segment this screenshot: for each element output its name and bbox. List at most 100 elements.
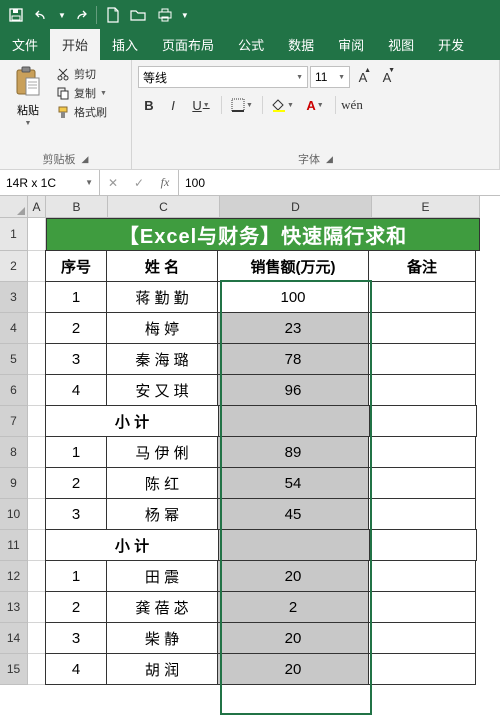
col-header-b[interactable]: B (46, 196, 108, 218)
row-header-11[interactable]: 11 (0, 530, 28, 561)
font-color-button[interactable]: A▼ (300, 94, 330, 116)
tab-formulas[interactable]: 公式 (226, 29, 276, 60)
tab-file[interactable]: 文件 (0, 29, 50, 60)
col-header-a[interactable]: A (28, 196, 46, 218)
cut-button[interactable]: 剪切 (56, 66, 107, 82)
italic-button[interactable]: I (162, 94, 184, 116)
cell-b12[interactable]: 1 (45, 560, 107, 592)
cancel-formula-icon[interactable]: ✕ (100, 170, 126, 195)
cells-area[interactable]: 【Excel与财务】快速隔行求和 序号姓 名销售额(万元)备注1蒋 勤 勤100… (28, 218, 480, 685)
cell-a2[interactable] (28, 251, 46, 282)
cell-c5[interactable]: 秦 海 璐 (106, 343, 218, 375)
tab-page-layout[interactable]: 页面布局 (150, 29, 226, 60)
new-file-icon[interactable] (101, 3, 125, 27)
cell-e7[interactable] (369, 405, 477, 437)
cell-d4[interactable]: 23 (217, 312, 369, 344)
fill-color-button[interactable]: ▼ (268, 94, 298, 116)
cell-b5[interactable]: 3 (45, 343, 107, 375)
col-header-c[interactable]: C (108, 196, 220, 218)
cell-a1[interactable] (28, 218, 46, 251)
tab-developer[interactable]: 开发 (426, 29, 476, 60)
font-size-combo[interactable]: 11▼ (310, 66, 350, 88)
row-header-8[interactable]: 8 (0, 437, 28, 468)
formula-input[interactable]: 100 (179, 176, 500, 190)
cell-d13[interactable]: 2 (217, 591, 369, 623)
undo-dropdown-icon[interactable]: ▼ (58, 11, 66, 20)
copy-button[interactable]: 复制▼ (56, 85, 107, 101)
row-header-13[interactable]: 13 (0, 592, 28, 623)
cell-e11[interactable] (369, 529, 477, 561)
cell-e10[interactable] (368, 498, 476, 530)
row-header-3[interactable]: 3 (0, 282, 28, 313)
row-header-9[interactable]: 9 (0, 468, 28, 499)
cell-d3[interactable]: 100 (217, 281, 369, 313)
cell-e12[interactable] (368, 560, 476, 592)
insert-function-icon[interactable]: fx (152, 170, 178, 195)
cell-e3[interactable] (368, 281, 476, 313)
cell-e14[interactable] (368, 622, 476, 654)
select-all-corner[interactable] (0, 196, 28, 218)
cell-a8[interactable] (28, 437, 46, 468)
col-header-e[interactable]: E (372, 196, 480, 218)
cell-b4[interactable]: 2 (45, 312, 107, 344)
cell-d15[interactable]: 20 (217, 653, 369, 685)
row-header-2[interactable]: 2 (0, 251, 28, 282)
cell-c10[interactable]: 杨 幂 (106, 498, 218, 530)
bold-button[interactable]: B (138, 94, 160, 116)
cell-a10[interactable] (28, 499, 46, 530)
quick-print-icon[interactable] (153, 3, 177, 27)
cell-c8[interactable]: 马 伊 俐 (106, 436, 218, 468)
cell-a15[interactable] (28, 654, 46, 685)
cell-b13[interactable]: 2 (45, 591, 107, 623)
undo-icon[interactable] (30, 3, 54, 27)
cell-b10[interactable]: 3 (45, 498, 107, 530)
cell-c12[interactable]: 田 震 (106, 560, 218, 592)
cell-e13[interactable] (368, 591, 476, 623)
save-icon[interactable] (4, 3, 28, 27)
qat-customize-icon[interactable]: ▼ (181, 11, 189, 20)
cell-c4[interactable]: 梅 婷 (106, 312, 218, 344)
row-header-15[interactable]: 15 (0, 654, 28, 685)
row-header-7[interactable]: 7 (0, 406, 28, 437)
cell-d7[interactable] (218, 405, 370, 437)
cell-c14[interactable]: 柴 静 (106, 622, 218, 654)
font-dialog-launcher-icon[interactable]: ◢ (326, 154, 333, 165)
row-header-10[interactable]: 10 (0, 499, 28, 530)
shrink-font-button[interactable]: A▼ (376, 66, 398, 88)
cell-a11[interactable] (28, 530, 46, 561)
cell-d6[interactable]: 96 (217, 374, 369, 406)
paste-button[interactable]: 粘贴 ▼ (6, 64, 50, 127)
cell-a3[interactable] (28, 282, 46, 313)
col-header-d[interactable]: D (220, 196, 372, 218)
tab-review[interactable]: 审阅 (326, 29, 376, 60)
name-box[interactable]: 14R x 1C▼ (0, 170, 100, 195)
cell-b3[interactable]: 1 (45, 281, 107, 313)
cell-e9[interactable] (368, 467, 476, 499)
row-header-14[interactable]: 14 (0, 623, 28, 654)
spreadsheet-grid[interactable]: A B C D E 123456789101112131415 【Excel与财… (0, 196, 500, 685)
cell-e8[interactable] (368, 436, 476, 468)
cell-d12[interactable]: 20 (217, 560, 369, 592)
open-file-icon[interactable] (127, 3, 151, 27)
redo-icon[interactable] (68, 3, 92, 27)
cell-a4[interactable] (28, 313, 46, 344)
cell-c13[interactable]: 龚 蓓 苾 (106, 591, 218, 623)
cell-d10[interactable]: 45 (217, 498, 369, 530)
cell-d14[interactable]: 20 (217, 622, 369, 654)
namebox-dropdown-icon[interactable]: ▼ (85, 178, 93, 187)
cell-e5[interactable] (368, 343, 476, 375)
row-header-12[interactable]: 12 (0, 561, 28, 592)
cell-e6[interactable] (368, 374, 476, 406)
cell-a9[interactable] (28, 468, 46, 499)
phonetic-button[interactable]: wén (341, 94, 363, 116)
cell-a5[interactable] (28, 344, 46, 375)
cell-d9[interactable]: 54 (217, 467, 369, 499)
border-button[interactable]: ▼ (227, 94, 257, 116)
cell-b8[interactable]: 1 (45, 436, 107, 468)
cell-c9[interactable]: 陈 红 (106, 467, 218, 499)
underline-button[interactable]: U▼ (186, 94, 216, 116)
cell-a14[interactable] (28, 623, 46, 654)
cell-c15[interactable]: 胡 润 (106, 653, 218, 685)
cell-a6[interactable] (28, 375, 46, 406)
cell-b15[interactable]: 4 (45, 653, 107, 685)
